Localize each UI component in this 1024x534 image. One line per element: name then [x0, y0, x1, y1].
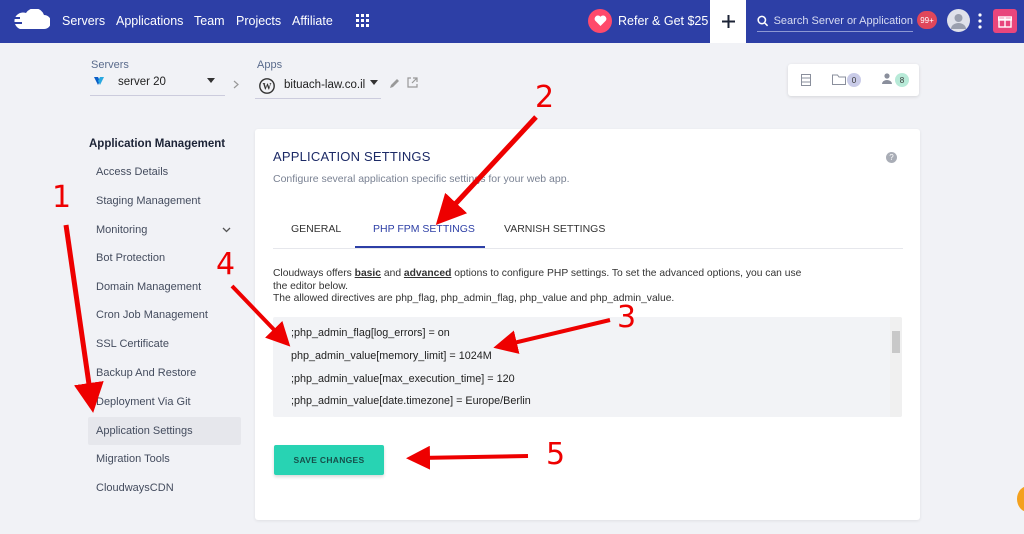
refer-label: Refer & Get $25 — [618, 14, 709, 28]
page-subtitle: Configure several application specific s… — [273, 173, 570, 185]
apps-label: Apps — [257, 59, 283, 71]
help-icon[interactable]: ? — [886, 152, 897, 163]
more-menu-icon[interactable] — [978, 13, 982, 29]
code-line: ;php_admin_value[date.timezone] = Europe… — [291, 395, 531, 407]
desc-text: Cloudways offers — [273, 268, 355, 279]
app-dropdown-icon[interactable] — [370, 80, 378, 85]
sidebar-item-label: Monitoring — [96, 224, 148, 236]
save-changes-button[interactable]: SAVE CHANGES — [274, 445, 384, 475]
top-navbar: Servers Applications Team Projects Affil… — [0, 0, 1024, 43]
svg-text:W: W — [263, 82, 272, 92]
gift-icon — [998, 16, 1012, 28]
tabs-divider — [273, 248, 903, 249]
search-placeholder: Search Server or Application — [773, 14, 913, 27]
active-tab-indicator — [355, 246, 485, 248]
external-link-icon[interactable] — [407, 77, 418, 88]
sidebar-item-backup[interactable]: Backup And Restore — [88, 359, 241, 387]
server-list-icon[interactable] — [801, 74, 811, 86]
annotation-number-1: 1 — [52, 180, 72, 215]
sidebar-heading: Application Management — [89, 138, 226, 150]
sidebar-item-migration[interactable]: Migration Tools — [88, 445, 241, 473]
plus-icon — [721, 15, 735, 28]
gift-button[interactable] — [993, 9, 1017, 33]
php-config-editor[interactable]: ;php_admin_flag[log_errors] = on php_adm… — [273, 317, 902, 417]
code-line: ;php_admin_flag[log_errors] = on — [291, 327, 450, 339]
nav-projects[interactable]: Projects — [236, 14, 281, 28]
users-count-badge: 8 — [895, 73, 909, 87]
servers-label: Servers — [91, 59, 129, 71]
heart-icon — [588, 9, 612, 33]
desc-text: and — [381, 268, 404, 279]
cloudways-logo[interactable] — [8, 9, 50, 33]
search-icon — [757, 15, 769, 26]
tab-general[interactable]: GENERAL — [291, 223, 341, 235]
scrollbar-thumb[interactable] — [892, 331, 900, 353]
description: Cloudways offers basic and advanced opti… — [273, 268, 803, 306]
edit-icon[interactable] — [389, 78, 400, 89]
chevron-down-icon — [222, 227, 231, 233]
editor-scrollbar[interactable] — [890, 317, 902, 417]
wordpress-icon: W — [259, 78, 275, 94]
sidebar-item-git[interactable]: Deployment Via Git — [88, 388, 241, 416]
tab-php-fpm[interactable]: PHP FPM SETTINGS — [373, 223, 475, 235]
tab-varnish[interactable]: VARNISH SETTINGS — [504, 223, 605, 235]
files-count-badge: 0 — [847, 73, 861, 87]
nav-applications[interactable]: Applications — [116, 14, 183, 28]
users-icon[interactable] — [881, 72, 893, 86]
server-underline — [90, 95, 225, 96]
code-line: php_admin_value[memory_limit] = 1024M — [291, 350, 492, 362]
sidebar-item-monitoring[interactable]: Monitoring — [88, 216, 241, 244]
refer-button[interactable]: Refer & Get $25 — [588, 9, 708, 33]
code-line: ;php_admin_value[max_execution_time] = 1… — [291, 373, 515, 385]
sidebar-item-cron[interactable]: Cron Job Management — [88, 301, 241, 329]
server-selector[interactable]: server 20 — [118, 76, 166, 88]
advanced-link[interactable]: advanced — [404, 268, 452, 279]
app-selector[interactable]: bituach-law.co.il — [284, 79, 365, 91]
search-input[interactable]: Search Server or Application — [757, 10, 913, 32]
avatar[interactable] — [947, 9, 970, 32]
notification-badge[interactable]: 99+ — [917, 11, 937, 29]
chat-widget[interactable] — [1017, 486, 1024, 512]
nav-team[interactable]: Team — [194, 14, 225, 28]
sidebar-item-ssl[interactable]: SSL Certificate — [88, 330, 241, 358]
folder-icon[interactable] — [832, 74, 846, 85]
vultr-icon — [94, 77, 104, 85]
chevron-right-icon — [233, 80, 239, 89]
app-underline — [255, 98, 381, 99]
annotation-number-3: 3 — [617, 300, 637, 335]
sidebar-item-cdn[interactable]: CloudwaysCDN — [88, 474, 241, 502]
server-dropdown-icon[interactable] — [207, 78, 215, 83]
page-title: APPLICATION SETTINGS — [273, 149, 431, 164]
annotation-number-5: 5 — [546, 437, 566, 472]
nav-affiliate[interactable]: Affiliate — [292, 14, 333, 28]
annotation-number-2: 2 — [535, 80, 555, 115]
sidebar-item-application-settings[interactable]: Application Settings — [88, 417, 241, 445]
basic-link[interactable]: basic — [355, 268, 381, 279]
apps-grid-icon[interactable] — [356, 14, 369, 27]
settings-panel: APPLICATION SETTINGS Configure several a… — [255, 129, 920, 520]
sidebar-item-staging[interactable]: Staging Management — [88, 187, 241, 215]
nav-servers[interactable]: Servers — [62, 14, 105, 28]
sidebar-item-access-details[interactable]: Access Details — [88, 158, 241, 186]
app-quick-toolbar: 0 8 — [788, 64, 919, 96]
add-button[interactable] — [710, 0, 746, 43]
allowed-directives-text: The allowed directives are php_flag, php… — [273, 293, 675, 304]
annotation-number-4: 4 — [216, 247, 236, 282]
